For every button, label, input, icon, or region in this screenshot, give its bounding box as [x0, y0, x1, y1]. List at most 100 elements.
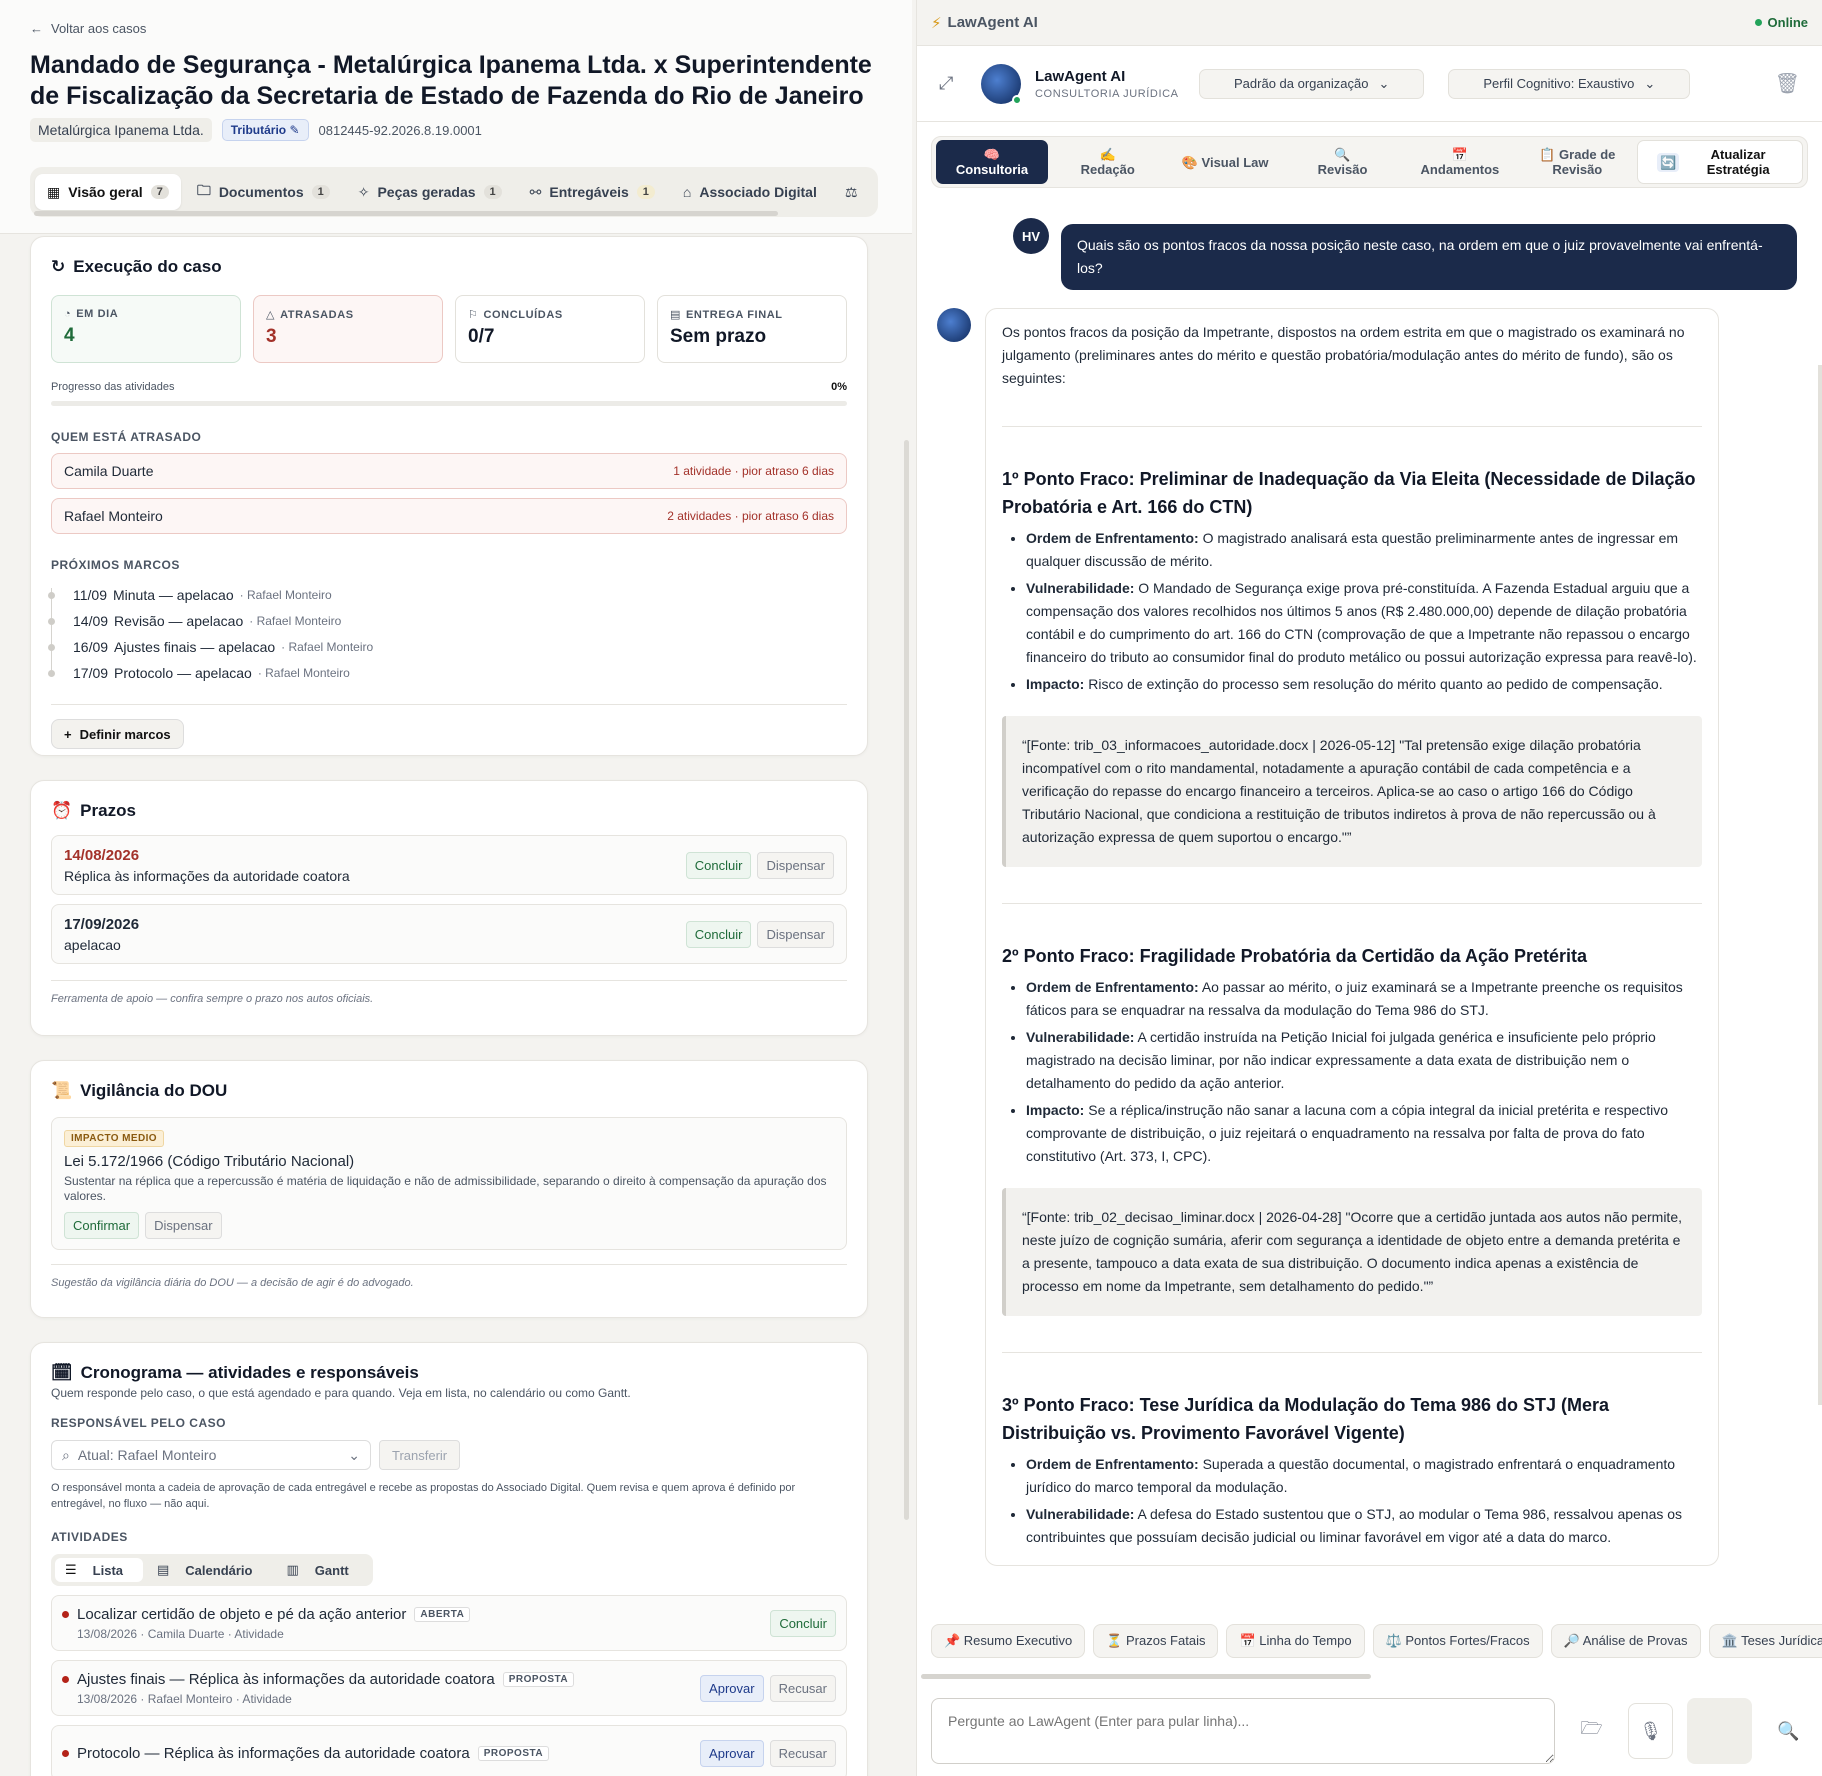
tab-redacao[interactable]: ✍️ Redação [1050, 140, 1165, 184]
chat-scrollbar[interactable] [1818, 365, 1822, 1405]
check-circle-icon: ◔ [64, 308, 72, 320]
case-title: Mandado de Segurança - Metalúrgica Ipane… [30, 51, 872, 110]
dismiss-button[interactable]: Dispensar [757, 851, 834, 879]
deadline-item: 17/09/2026 apelacao Concluir Dispensar [51, 904, 847, 964]
quick-chip[interactable]: 📅 Linha do Tempo [1226, 1624, 1365, 1658]
activity-row: Ajustes finais — Réplica às informações … [51, 1660, 847, 1716]
tab-visual-law[interactable]: 🎨 Visual Law [1167, 140, 1282, 184]
profile-dropdown[interactable]: Perfil Cognitivo: Exaustivo ⌄ [1448, 68, 1691, 99]
scale-icon: ⚖ [844, 183, 858, 200]
stat-em-dia: ◔ EM DIA 4 [51, 295, 241, 363]
warning-icon: △ [266, 309, 276, 321]
tab-andamentos[interactable]: 📅 Andamentos [1402, 140, 1517, 184]
back-link[interactable]: ← Voltar aos casos [30, 18, 882, 38]
view-switch: ☰ Lista ▤ Calendário ▥ Gantt [51, 1554, 373, 1586]
quick-chip[interactable]: 🔎 Análise de Provas [1550, 1624, 1701, 1658]
approve-button[interactable]: Aprovar [700, 1674, 764, 1702]
alarm-icon: ⏰ [51, 801, 73, 820]
tab-associado-digital[interactable]: ⌂ Associado Digital [671, 174, 829, 210]
quick-chip[interactable]: 📌 Resumo Executivo [931, 1624, 1086, 1658]
tab-consultoria[interactable]: 🧠 Consultoria [936, 140, 1048, 184]
org-dropdown[interactable]: Padrão da organização ⌄ [1199, 68, 1425, 99]
milestone-item: 14/09 Revisão — apelacao · Rafael Monteiro [48, 608, 847, 634]
execution-title: ↻ Execução do caso [51, 257, 222, 276]
confirm-button[interactable]: Confirmar [64, 1212, 140, 1239]
deadlines-card: ⏰ Prazos 14/08/2026 Réplica às informações… [30, 780, 868, 1036]
execution-card: ↻ Execução do caso ◔ EM DIA 4 △ ATRASADAS 3 ⚐… [30, 236, 868, 756]
assistant-tabs: 🧠 Consultoria ✍️ Redação 🎨 Visual Law 🔍 Rev… [931, 136, 1808, 188]
quick-actions: 📌 Resumo Executivo ⏳ Prazos Fatais 📅 Lin… [931, 1624, 1822, 1658]
approve-button[interactable]: Aprovar [700, 1739, 764, 1767]
activity-row: Localizar certidão de objeto e pé da açã… [51, 1595, 847, 1651]
assistant-panel: ⚡ LawAgent AI Online ⤢ LawAgent AI CONSUL… [916, 0, 1822, 1776]
responsible-select[interactable]: ⌕ Atual: Rafael Monteiro ⌄ [51, 1440, 371, 1470]
reject-button[interactable]: Recusar [769, 1739, 836, 1767]
expand-icon[interactable]: ⤢ [939, 73, 967, 94]
tab-pecas-geradas[interactable]: ✧ Peças geradas 1 [346, 174, 514, 210]
source-quote: “[Fonte: trib_03_informacoes_autoridade.… [1002, 716, 1702, 867]
folder-icon: 🗀 [196, 182, 211, 198]
avatar [937, 308, 971, 342]
search-icon[interactable]: 🔍 [1766, 1703, 1811, 1759]
quick-chip[interactable]: ⏳ Prazos Fatais [1093, 1624, 1219, 1658]
tab-more[interactable]: ⚖ [833, 174, 870, 210]
folder-icon[interactable]: 🗁 [1569, 1703, 1614, 1759]
tab-visao-geral[interactable]: ▦ Visão geral 7 [35, 174, 181, 210]
sparkle-icon: ✧ [357, 183, 370, 200]
grid-icon: ▦ [47, 183, 61, 200]
milestone-item: 11/09 Minuta — apelacao · Rafael Monteiro [48, 582, 847, 608]
late-row[interactable]: Rafael Monteiro 2 atividades · pior atras… [51, 498, 847, 534]
late-row[interactable]: Camila Duarte 1 atividade · pior atraso 6… [51, 453, 847, 489]
define-milestones-button[interactable]: + Definir marcos [51, 719, 184, 749]
view-list[interactable]: ☰ Lista [55, 1558, 143, 1582]
plus-icon: + [64, 726, 72, 742]
dismiss-button[interactable]: Dispensar [145, 1212, 222, 1239]
user-message: HV Quais são os pontos fracos da nossa p… [1013, 218, 1797, 290]
quick-chip[interactable]: 🏛️ Teses Jurídicas [1708, 1624, 1822, 1658]
progress-row: Progresso das atividades 0% [51, 381, 847, 393]
transfer-button[interactable]: Transferir [379, 1440, 461, 1470]
milestones-list: 11/09 Minuta — apelacao · Rafael Monteiro … [48, 582, 847, 686]
panel-scrollbar[interactable] [904, 440, 909, 1520]
deadline-item: 14/08/2026 Réplica às informações da auto… [51, 835, 847, 895]
tab-entregaveis[interactable]: ⚯ Entregáveis 1 [518, 174, 667, 210]
avatar: HV [1013, 218, 1049, 254]
tab-revisao[interactable]: 🔍 Revisão [1285, 140, 1400, 184]
conclude-button[interactable]: Concluir [685, 851, 752, 879]
quick-chip[interactable]: ⚖️ Pontos Fortes/Fracos [1372, 1624, 1543, 1658]
chat-input[interactable] [931, 1698, 1556, 1764]
source-quote: “[Fonte: trib_02_decisao_liminar.docx | … [1002, 1188, 1702, 1316]
view-calendar[interactable]: ▤ Calendário [147, 1558, 272, 1582]
refresh-icon: 🔄 [1656, 152, 1680, 172]
chat-area[interactable]: HV Quais são os pontos fracos da nossa p… [917, 214, 1822, 1616]
scroll-icon: 📜 [51, 1081, 73, 1100]
area-badge[interactable]: Tributário ✎ [221, 119, 309, 141]
conclude-button[interactable]: Concluir [685, 920, 752, 948]
pencil-icon: ✎ [289, 123, 300, 137]
chips-scrollbar[interactable] [921, 1674, 1371, 1679]
flag-icon: ⚐ [468, 309, 479, 321]
milestone-item: 16/09 Ajustes finais — apelacao · Rafael M… [48, 634, 847, 660]
search-icon: ⌕ [62, 1446, 70, 1463]
dismiss-button[interactable]: Dispensar [757, 920, 834, 948]
case-tabs: ▦ Visão geral 7 🗀 Documentos 1 ✧ Peças gerada… [30, 167, 878, 217]
microphone-icon[interactable]: 🎙 [1628, 1703, 1674, 1759]
bot-icon: ⌂ [682, 184, 692, 200]
view-gantt[interactable]: ▥ Gantt [276, 1558, 368, 1582]
tabs-scrollbar[interactable] [34, 211, 778, 216]
trash-icon[interactable]: 🗑 [1775, 71, 1800, 96]
calendar-icon: 🗓 [51, 1363, 73, 1382]
ai-message-body: Os pontos fracos da posição da Impetrant… [985, 308, 1719, 1566]
dou-item: IMPACTO MEDIO Lei 5.172/1966 (Código Tri… [51, 1117, 847, 1250]
case-panel: ← Voltar aos casos Mandado de Segurança … [0, 0, 912, 1776]
online-status: Online [1754, 15, 1808, 30]
tab-grade-revisao[interactable]: 📋 Grade de Revisão [1520, 140, 1635, 184]
tab-documentos[interactable]: 🗀 Documentos 1 [185, 174, 342, 210]
conclude-button[interactable]: Concluir [770, 1609, 836, 1637]
send-button[interactable] [1687, 1698, 1752, 1764]
avatar [981, 63, 1022, 105]
process-number: 0812445-92.2026.8.19.0001 [318, 122, 482, 138]
update-strategy-button[interactable]: 🔄 Atualizar Estratégia [1637, 140, 1804, 184]
reject-button[interactable]: Recusar [769, 1674, 836, 1702]
activity-row: Protocolo — Réplica às informações da au… [51, 1725, 847, 1776]
